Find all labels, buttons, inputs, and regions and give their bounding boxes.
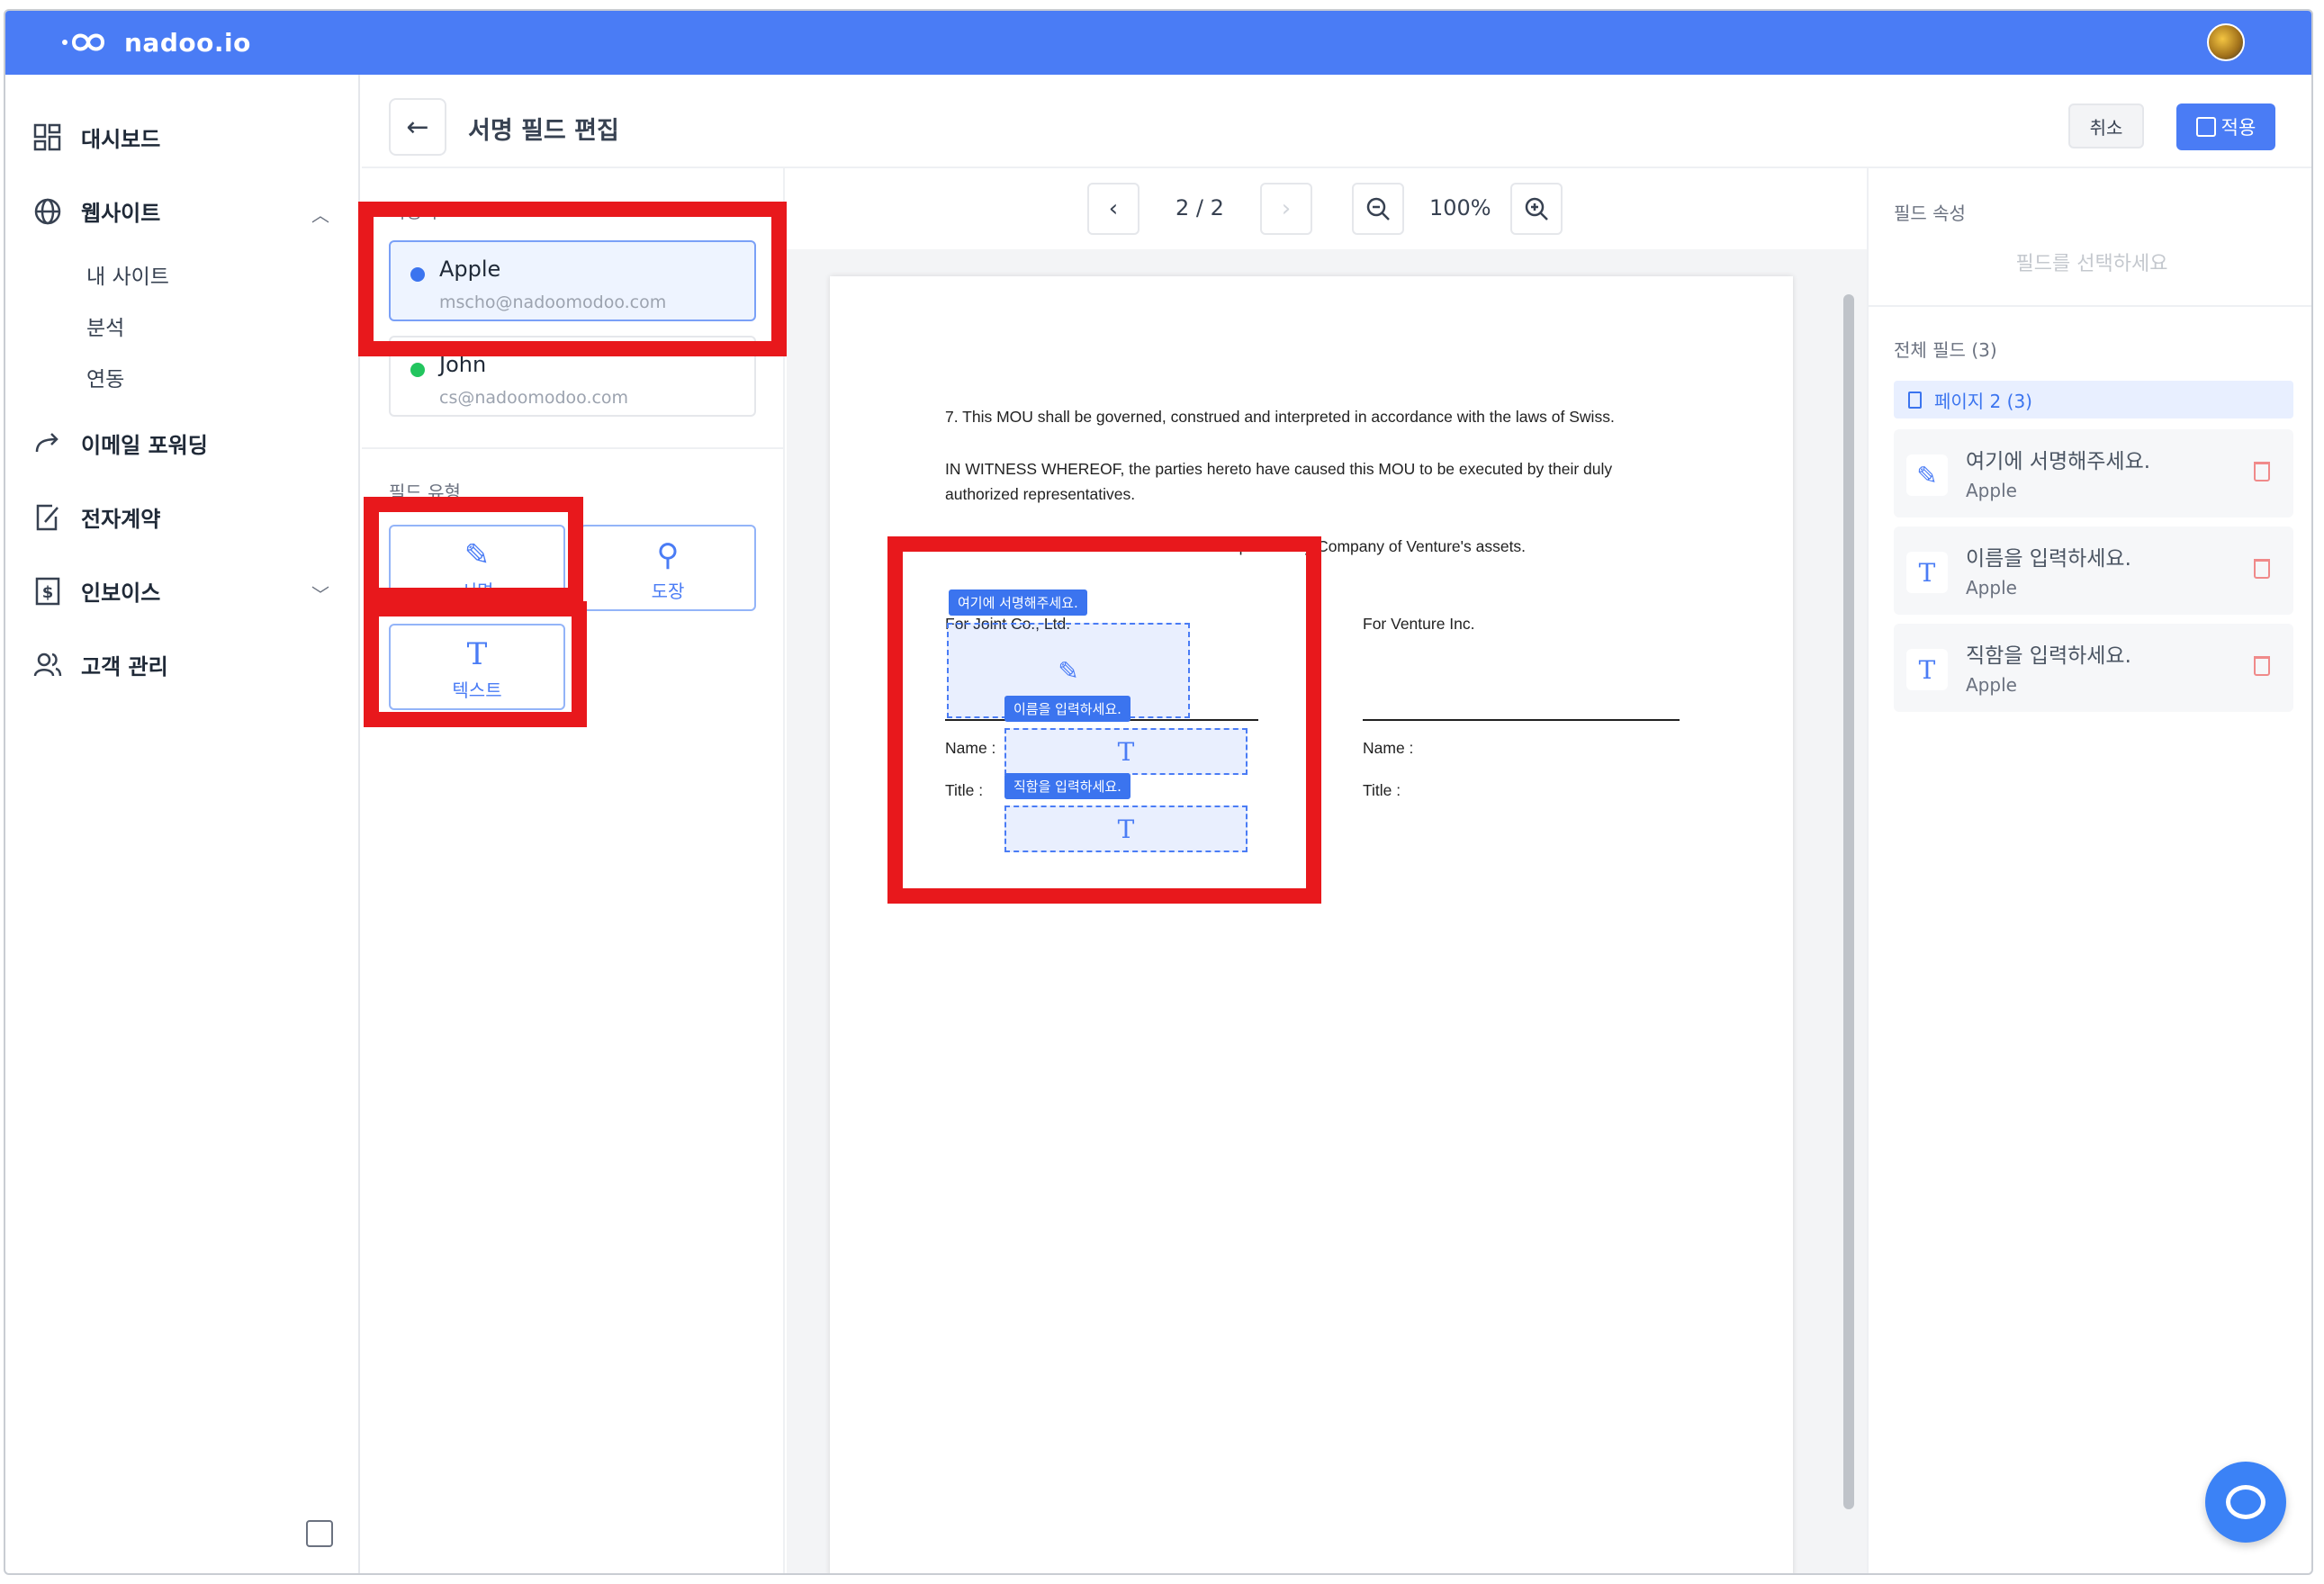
divider — [362, 447, 783, 449]
arrow-left-icon: ← — [406, 111, 429, 143]
field-item-title: 직함을 입력하세요. — [1966, 644, 2131, 668]
sidebar-subitem-my-site[interactable]: 내 사이트 — [86, 259, 169, 290]
trash-icon[interactable] — [2254, 462, 2270, 482]
forward-arrow-icon — [35, 432, 59, 452]
signer-color-dot — [410, 363, 425, 377]
zoom-in-button[interactable] — [1510, 183, 1563, 235]
sidebar: 대시보드 웹사이트 ︿ 내 사이트 분석 연동 이메일 포워딩 전자계약 $ 인… — [5, 75, 360, 1573]
field-type-stamp-button[interactable]: ⚲ 도장 — [580, 525, 756, 611]
globe-icon — [34, 198, 61, 224]
chat-icon — [2226, 1485, 2265, 1519]
field-list-item[interactable]: T 이름을 입력하세요. Apple — [1894, 526, 2293, 615]
sidebar-item-customers[interactable]: 고객 관리 — [32, 649, 168, 680]
divider — [1869, 305, 2311, 307]
page-title: 서명 필드 편집 — [468, 117, 619, 145]
document-page[interactable]: 7. This MOU shall be governed, construed… — [830, 276, 1793, 1573]
signer-email: cs@nadoomodoo.com — [439, 388, 629, 408]
sidebar-item-label: 대시보드 — [81, 127, 161, 152]
zoom-level: 100% — [1429, 195, 1491, 220]
page-group-header[interactable]: 페이지 2 (3) — [1894, 381, 2293, 418]
annotation-highlight-placed-fields — [887, 536, 1321, 904]
sidebar-item-dashboard[interactable]: 대시보드 — [32, 122, 160, 153]
pencil-icon: ✎ — [1906, 454, 1948, 496]
chevron-right-icon: › — [1281, 195, 1292, 222]
text-icon: T — [1906, 649, 1948, 690]
sidebar-subitem-analytics[interactable]: 분석 — [86, 310, 124, 341]
sidebar-item-label: 전자계약 — [81, 507, 161, 532]
sidebar-subitem-integration[interactable]: 연동 — [86, 362, 124, 392]
field-item-signer: Apple — [1966, 577, 2017, 598]
sidebar-item-label: 웹사이트 — [81, 201, 161, 226]
scroll-thumb[interactable] — [1843, 294, 1854, 1509]
chat-support-button[interactable] — [2205, 1462, 2286, 1543]
doc-title-label-right: Title : — [1363, 781, 1401, 799]
contract-edit-icon — [36, 504, 59, 530]
sidebar-collapse-icon[interactable] — [306, 1520, 333, 1547]
annotation-highlight-text-type — [364, 601, 587, 727]
field-editor-left-panel: 서명자 Apple mscho@nadoomodoo.com John cs@n… — [362, 168, 785, 1573]
next-page-button[interactable]: › — [1260, 183, 1312, 235]
logo[interactable]: nadoo.io — [61, 27, 251, 58]
signature-line-right — [1363, 719, 1680, 721]
all-fields-label: 전체 필드 (3) — [1894, 339, 1997, 361]
doc-clause-7: 7. This MOU shall be governed, construed… — [945, 408, 1615, 426]
sidebar-item-label: 고객 관리 — [81, 654, 168, 680]
chevron-down-icon[interactable]: ﹀ — [311, 580, 329, 607]
field-item-signer: Apple — [1966, 674, 2017, 696]
field-item-title: 여기에 서명해주세요. — [1966, 450, 2151, 473]
page-group-label: 페이지 2 (3) — [1934, 390, 2032, 412]
field-list-item[interactable]: ✎ 여기에 서명해주세요. Apple — [1894, 429, 2293, 518]
cancel-button[interactable]: 취소 — [2068, 104, 2144, 148]
document-icon — [1908, 391, 1922, 409]
top-bar: nadoo.io — [5, 11, 2311, 75]
svg-text:$: $ — [42, 583, 54, 602]
sidebar-item-e-contract[interactable]: 전자계약 — [32, 501, 160, 533]
page-header: ← 서명 필드 편집 취소 적용 — [362, 75, 2311, 168]
logo-icon — [62, 33, 105, 51]
back-button[interactable]: ← — [389, 98, 446, 156]
sidebar-item-email-forwarding[interactable]: 이메일 포워딩 — [32, 428, 208, 459]
doc-witness-line-1: IN WITNESS WHEREOF, the parties hereto h… — [945, 460, 1613, 478]
document-viewer[interactable]: 7. This MOU shall be governed, construed… — [787, 249, 1867, 1573]
trash-icon[interactable] — [2254, 559, 2270, 579]
field-type-label: 도장 — [651, 580, 685, 602]
page-indicator: 2 / 2 — [1176, 195, 1224, 220]
doc-name-label-right: Name : — [1363, 739, 1414, 757]
sidebar-item-invoice[interactable]: $ 인보이스 — [32, 575, 160, 607]
viewer-scrollbar[interactable] — [1842, 267, 1856, 1563]
viewer-toolbar: ‹ 2 / 2 › 100% — [787, 170, 1867, 249]
doc-witness-line-2: authorized representatives. — [945, 485, 1136, 503]
stamp-icon: ⚲ — [656, 537, 680, 573]
users-icon — [33, 652, 62, 676]
brand-name: nadoo.io — [124, 27, 251, 58]
annotation-highlight-signer — [358, 202, 787, 356]
invoice-icon: $ — [35, 577, 60, 605]
dashboard-icon — [33, 123, 61, 150]
field-item-signer: Apple — [1966, 480, 2017, 501]
sidebar-item-website[interactable]: 웹사이트 — [32, 195, 160, 227]
save-icon — [2195, 117, 2216, 137]
sidebar-item-label: 인보이스 — [81, 580, 161, 606]
text-icon: T — [1906, 552, 1948, 593]
apply-button[interactable]: 적용 — [2176, 104, 2275, 150]
field-list-item[interactable]: T 직함을 입력하세요. Apple — [1894, 624, 2293, 712]
doc-party-right: For Venture Inc. — [1363, 615, 1475, 633]
chevron-left-icon: ‹ — [1108, 195, 1119, 222]
avatar[interactable] — [2207, 23, 2245, 61]
annotation-highlight-signature-type — [364, 497, 583, 603]
select-field-placeholder: 필드를 선택하세요 — [2015, 253, 2168, 275]
chevron-up-icon[interactable]: ︿ — [311, 201, 329, 227]
field-item-title: 이름을 입력하세요. — [1966, 547, 2131, 571]
sidebar-item-label: 이메일 포워딩 — [81, 433, 208, 458]
zoom-out-button[interactable] — [1352, 183, 1404, 235]
prev-page-button[interactable]: ‹ — [1087, 183, 1139, 235]
trash-icon[interactable] — [2254, 656, 2270, 676]
field-properties-label: 필드 속성 — [1894, 202, 1966, 224]
zoom-out-icon — [1366, 197, 1390, 220]
field-properties-panel: 필드 속성 필드를 선택하세요 전체 필드 (3) 페이지 2 (3) ✎ 여기… — [1867, 168, 2311, 1573]
zoom-in-icon — [1525, 197, 1548, 220]
apply-label: 적용 — [2220, 117, 2256, 139]
